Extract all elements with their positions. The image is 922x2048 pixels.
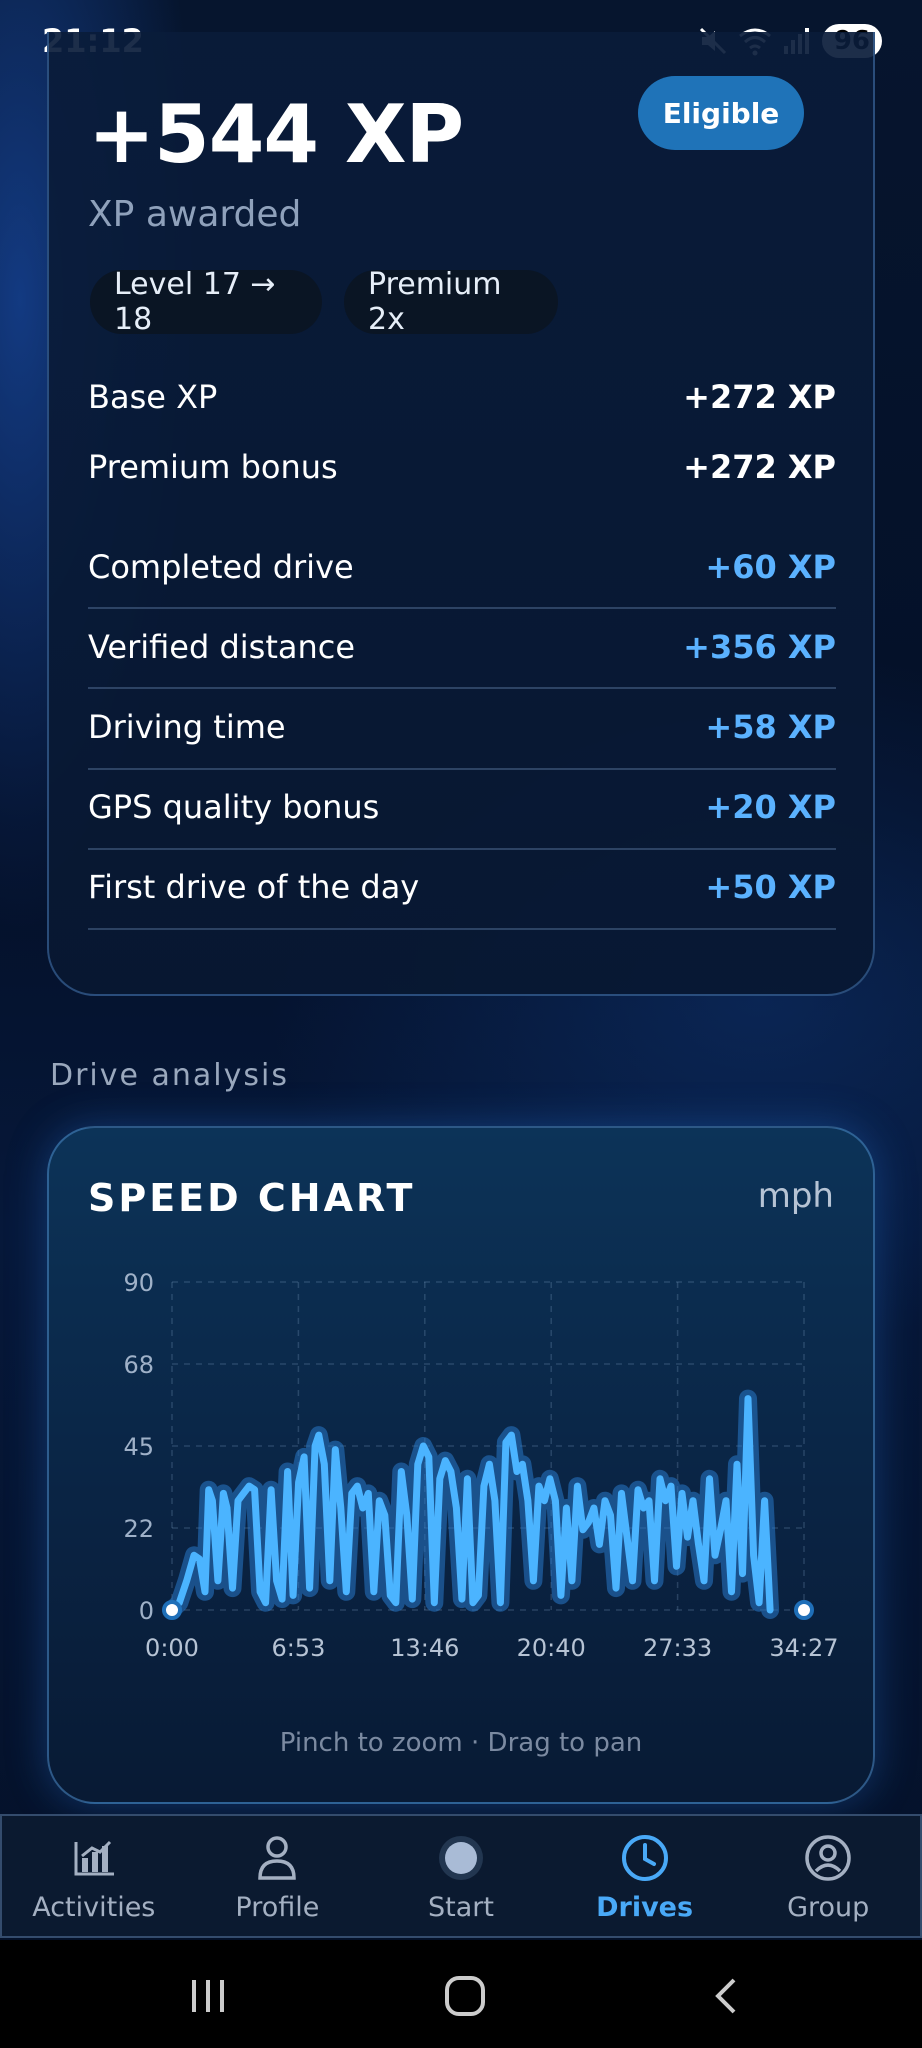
chart-title: SPEED CHART <box>88 1176 416 1220</box>
section-title-drive-analysis: Drive analysis <box>50 1058 289 1093</box>
row-label: Driving time <box>88 708 286 746</box>
nav-activities[interactable]: Activities <box>2 1816 186 1936</box>
row-value: +356 XP <box>683 628 836 666</box>
row-value: +272 XP <box>683 448 836 486</box>
nav-profile[interactable]: Profile <box>186 1816 370 1936</box>
home-icon[interactable] <box>435 1966 495 2026</box>
divider <box>88 607 836 609</box>
nav-label: Group <box>787 1891 870 1923</box>
nav-start[interactable]: Start <box>369 1816 553 1936</box>
nav-label: Activities <box>32 1891 156 1923</box>
row-label: GPS quality bonus <box>88 788 380 826</box>
row-value: +272 XP <box>683 378 836 416</box>
speed-chart[interactable]: 0 22 45 68 90 0:00 6:53 13:46 20:40 27:33 34:27 <box>100 1250 860 1680</box>
group-icon <box>803 1830 853 1886</box>
nav-label: Drives <box>596 1891 694 1923</box>
breakdown-row-gps-quality: GPS quality bonus +20 XP <box>88 788 836 826</box>
person-icon <box>255 1830 299 1886</box>
divider <box>88 687 836 689</box>
recent-apps-icon[interactable] <box>178 1966 238 2026</box>
record-dot-icon <box>437 1830 485 1886</box>
divider <box>88 848 836 850</box>
y-tick-label: 90 <box>123 1269 154 1297</box>
summary-row-premium-bonus: Premium bonus +272 XP <box>88 448 836 486</box>
bar-chart-icon <box>72 1830 116 1886</box>
nav-drives[interactable]: Drives <box>553 1816 737 1936</box>
x-tick-label: 34:27 <box>769 1634 838 1662</box>
end-marker <box>794 1600 814 1620</box>
breakdown-row-driving-time: Driving time +58 XP <box>88 708 836 746</box>
back-icon[interactable] <box>695 1966 755 2026</box>
row-label: Base XP <box>88 378 218 416</box>
x-tick-label: 27:33 <box>643 1634 712 1662</box>
nav-label: Start <box>428 1891 494 1923</box>
row-label: Completed drive <box>88 548 354 586</box>
eligible-badge: Eligible <box>638 76 804 150</box>
nav-group[interactable]: Group <box>736 1816 920 1936</box>
breakdown-row-verified-distance: Verified distance +356 XP <box>88 628 836 666</box>
summary-row-base-xp: Base XP +272 XP <box>88 378 836 416</box>
row-label: First drive of the day <box>88 868 420 906</box>
row-value: +58 XP <box>705 708 836 746</box>
start-marker <box>162 1600 182 1620</box>
y-tick-label: 45 <box>123 1433 154 1461</box>
chart-hint: Pinch to zoom · Drag to pan <box>279 1728 643 1758</box>
x-tick-label: 20:40 <box>517 1634 586 1662</box>
y-tick-label: 68 <box>123 1351 154 1379</box>
xp-subtitle: XP awarded <box>88 194 302 235</box>
y-tick-label: 0 <box>139 1597 154 1625</box>
row-label: Premium bonus <box>88 448 338 486</box>
system-nav-bar <box>0 1940 922 2048</box>
premium-chip: Premium 2x <box>344 267 558 337</box>
bottom-nav: Activities Profile Start Drives Group <box>0 1814 922 1938</box>
breakdown-row-first-drive: First drive of the day +50 XP <box>88 868 836 906</box>
divider <box>88 768 836 770</box>
chart-unit: mph <box>757 1176 834 1216</box>
x-tick-label: 0:00 <box>145 1634 199 1662</box>
row-value: +50 XP <box>705 868 836 906</box>
breakdown-row-completed-drive: Completed drive +60 XP <box>88 548 836 586</box>
x-tick-label: 6:53 <box>271 1634 325 1662</box>
y-tick-label: 22 <box>123 1515 154 1543</box>
nav-label: Profile <box>235 1891 320 1923</box>
row-value: +20 XP <box>705 788 836 826</box>
clock-icon <box>620 1830 670 1886</box>
level-chip: Level 17 → 18 <box>90 267 322 337</box>
row-value: +60 XP <box>705 548 836 586</box>
xp-total: +544 XP <box>88 88 464 181</box>
x-tick-label: 13:46 <box>390 1634 459 1662</box>
row-label: Verified distance <box>88 628 356 666</box>
divider <box>88 928 836 930</box>
